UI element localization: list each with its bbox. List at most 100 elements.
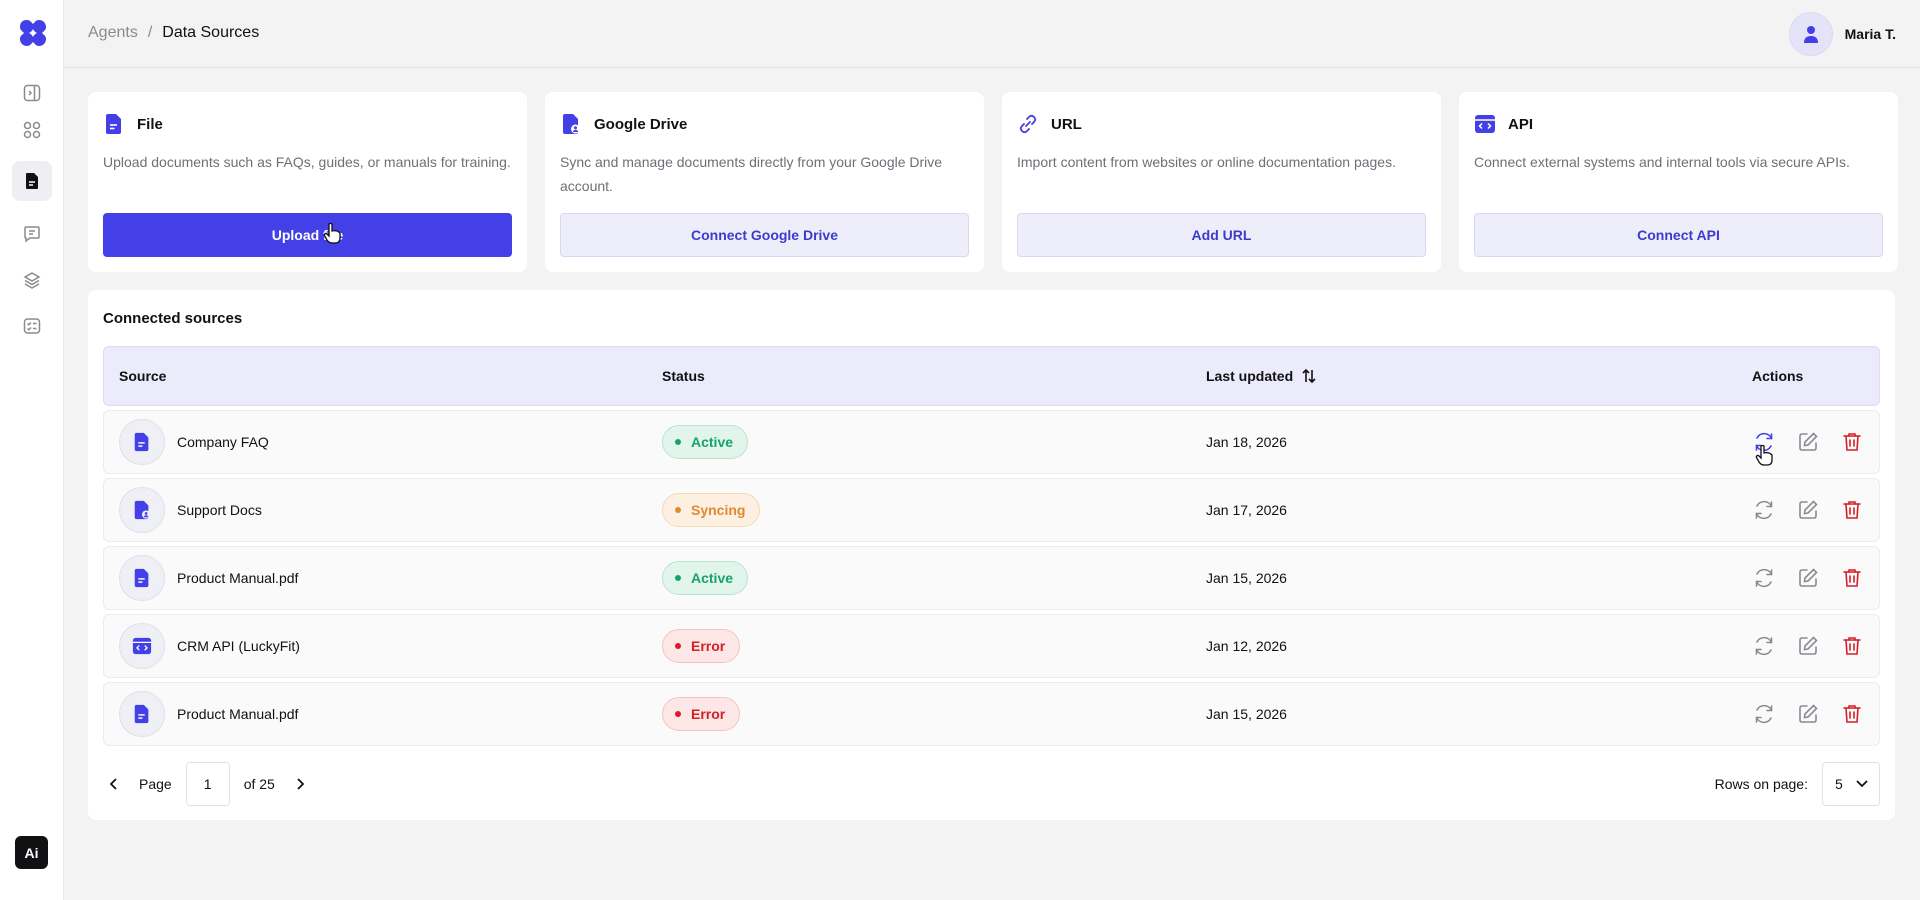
- table-row[interactable]: Product Manual.pdf Active Jan 15, 2026: [103, 546, 1880, 610]
- status-dot: [675, 439, 681, 445]
- card-description: Import content from websites or online d…: [1017, 154, 1396, 170]
- sort-icon[interactable]: [1301, 368, 1317, 384]
- drive-icon: [563, 114, 580, 134]
- pagination: Page 1 of 25: [103, 762, 311, 806]
- sync-button[interactable]: [1752, 498, 1776, 522]
- source-type-cards: File Upload documents such as FAQs, guid…: [88, 92, 1898, 272]
- status-dot: [675, 643, 681, 649]
- upload-file-button[interactable]: Upload file: [103, 213, 512, 257]
- ai-assistant-button[interactable]: Ai: [15, 836, 48, 869]
- table-row[interactable]: Product Manual.pdf Error Jan 15, 2026: [103, 682, 1880, 746]
- sync-button[interactable]: [1752, 566, 1776, 590]
- status-badge: Syncing: [662, 493, 761, 527]
- status-dot: [675, 507, 681, 513]
- source-name: CRM API (LuckyFit): [177, 638, 300, 654]
- status-cell: Syncing: [662, 479, 761, 541]
- edit-button[interactable]: [1796, 566, 1820, 590]
- trash-icon: [1843, 569, 1861, 587]
- breadcrumb-agents-link[interactable]: Agents: [88, 24, 138, 42]
- refresh-icon: [1755, 432, 1773, 452]
- actions-cell: [1752, 615, 1864, 677]
- delete-button[interactable]: [1840, 634, 1864, 658]
- add-url-button[interactable]: Add URL: [1017, 213, 1426, 257]
- source-icon-wrap: [119, 487, 165, 533]
- table-row[interactable]: Support Docs Syncing Jan 17, 2026: [103, 478, 1880, 542]
- page-label: Page: [139, 776, 172, 792]
- sources-table: Source Status Last updated Actions Compa…: [103, 346, 1880, 746]
- refresh-icon: [1755, 636, 1773, 656]
- edit-button[interactable]: [1796, 498, 1820, 522]
- trash-icon: [1843, 705, 1861, 723]
- status-dot: [675, 711, 681, 717]
- sidebar-item-data-sources[interactable]: [12, 161, 52, 201]
- sidebar-item-knowledge[interactable]: [12, 260, 52, 300]
- delete-button[interactable]: [1840, 702, 1864, 726]
- next-page-button[interactable]: [289, 773, 311, 795]
- table-header: Source Status Last updated Actions: [103, 346, 1880, 406]
- rows-per-page-select[interactable]: 5: [1822, 762, 1880, 806]
- last-updated-date: Jan 12, 2026: [1206, 638, 1287, 654]
- sync-button[interactable]: [1752, 702, 1776, 726]
- rows-per-page-value: 5: [1835, 776, 1843, 792]
- app-logo-icon[interactable]: [18, 18, 48, 48]
- actions-cell: [1752, 411, 1864, 473]
- actions-cell: [1752, 479, 1864, 541]
- edit-icon: [1799, 704, 1818, 723]
- sidebar-item-conversations[interactable]: [12, 214, 52, 254]
- source-cell: Support Docs: [119, 479, 262, 541]
- connect-google-drive-button[interactable]: Connect Google Drive: [560, 213, 969, 257]
- sync-button[interactable]: [1752, 430, 1776, 454]
- rows-per-page: Rows on page: 5: [1715, 762, 1880, 806]
- edit-icon: [1799, 432, 1818, 451]
- layers-icon: [23, 272, 41, 289]
- status-badge: Active: [662, 561, 749, 595]
- sync-button[interactable]: [1752, 634, 1776, 658]
- card-title: URL: [1051, 115, 1082, 133]
- user-menu[interactable]: Maria T.: [1788, 12, 1896, 56]
- chat-icon: [24, 226, 40, 243]
- card-description: Upload documents such as FAQs, guides, o…: [103, 154, 511, 170]
- edit-button[interactable]: [1796, 430, 1820, 454]
- page-title: Data Sources: [162, 24, 260, 41]
- api-icon: [1475, 115, 1495, 133]
- sidebar-item-dashboard[interactable]: [12, 110, 52, 150]
- source-cell: Product Manual.pdf: [119, 683, 298, 745]
- chevron-left-icon: [109, 778, 117, 790]
- status-badge: Active: [662, 425, 749, 459]
- delete-button[interactable]: [1840, 498, 1864, 522]
- sidebar-item-tasks[interactable]: [12, 306, 52, 346]
- last-updated-date: Jan 15, 2026: [1206, 706, 1287, 722]
- api-card: API Connect external systems and interna…: [1459, 92, 1898, 272]
- edit-button[interactable]: [1796, 634, 1820, 658]
- edit-button[interactable]: [1796, 702, 1820, 726]
- source-icon-wrap: [119, 555, 165, 601]
- source-cell: Product Manual.pdf: [119, 547, 298, 609]
- table-row[interactable]: CRM API (LuckyFit) Error Jan 12, 2026: [103, 614, 1880, 678]
- sidebar: Ai: [0, 0, 64, 900]
- source-icon-wrap: [119, 419, 165, 465]
- prev-page-button[interactable]: [103, 773, 125, 795]
- edit-icon: [1799, 500, 1818, 519]
- column-source: Source: [119, 368, 167, 384]
- last-updated-cell: Jan 17, 2026: [1206, 479, 1287, 541]
- checklist-icon: [23, 318, 41, 334]
- card-title: API: [1508, 115, 1534, 133]
- file-icon: [134, 568, 149, 588]
- last-updated-cell: Jan 15, 2026: [1206, 683, 1287, 745]
- chevron-down-icon: [1856, 780, 1868, 788]
- delete-button[interactable]: [1840, 566, 1864, 590]
- avatar[interactable]: [1788, 12, 1833, 56]
- top-bar: Agents / Data Sources Maria T.: [64, 0, 1920, 68]
- status-cell: Error: [662, 615, 741, 677]
- last-updated-cell: Jan 12, 2026: [1206, 615, 1287, 677]
- source-name: Product Manual.pdf: [177, 706, 299, 722]
- table-row[interactable]: Company FAQ Active Jan 18, 2026: [103, 410, 1880, 474]
- sidebar-toggle-button[interactable]: [12, 73, 52, 113]
- actions-cell: [1752, 683, 1864, 745]
- column-last-updated[interactable]: Last updated: [1206, 347, 1317, 405]
- delete-button[interactable]: [1840, 430, 1864, 454]
- status-dot: [675, 575, 681, 581]
- connect-api-button[interactable]: Connect API: [1474, 213, 1883, 257]
- card-description: Sync and manage documents directly from …: [560, 154, 943, 194]
- page-number-input[interactable]: 1: [185, 762, 230, 806]
